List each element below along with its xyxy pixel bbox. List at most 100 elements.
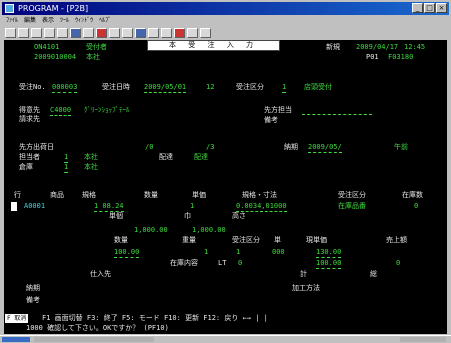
grand-total-label: 総 [370,270,377,278]
menu-bar: ﾌｧｲﾙ 編集 表示 ﾂｰﾙ ｳｨﾝﾄﾞｳ ﾍﾙﾌﾟ [2,15,449,26]
row1-type: 在庫品番 [338,202,366,210]
toolbar-button[interactable] [200,28,211,38]
customer-label: 得意先 [19,106,40,114]
grid-header-unit: 単価 [192,191,206,199]
row3-value4[interactable]: 000 [272,248,285,257]
row1-height-label: 高さ [232,212,246,220]
toolbar-button[interactable] [135,28,146,38]
header-date: 2009/04/17 [356,43,399,51]
row3-value1[interactable]: 100.00 [114,248,140,258]
toolbar-button[interactable] [109,28,120,38]
order-hour-field[interactable]: 12 [206,83,214,92]
title-bar[interactable]: PROGRAM - [P2B] _ □ × [2,2,449,15]
grid-header-qty: 数量 [144,191,158,199]
billing-label: 請求先 [19,115,40,123]
cancel-key-badge[interactable]: F 取消 [5,314,29,323]
grid-header-type: 受注区分 [338,191,366,199]
grid-header-row: 行 [14,191,21,199]
row1-code[interactable]: A0001 [24,202,45,211]
operator-label: 受付者 [86,43,107,51]
delivery-label: 納期 [284,143,298,151]
text-cursor [11,202,17,211]
order-date-field[interactable]: 2009/05/01 [144,83,187,93]
menu-tools[interactable]: ﾂｰﾙ [60,15,69,26]
session-id: 2009010004 [34,53,77,61]
row1-spec[interactable]: 0.0034,01000 [236,202,287,212]
staff-code-field[interactable]: 1 [64,153,69,163]
branch-name: 本社 [86,53,100,61]
row2-price-label: 現単価 [306,236,327,244]
process-method-label: 加工方法 [292,284,320,292]
row2-weight-label: 重量 [182,236,196,244]
order-no-label: 受注No. [19,83,46,91]
row1-unit[interactable]: 1 [190,202,194,211]
order-no-field[interactable]: 000003 [52,83,78,93]
toolbar-button[interactable] [161,28,172,38]
row1-qty[interactable]: 1 08.24 [94,202,124,212]
contact-field[interactable] [302,106,372,115]
menu-file[interactable]: ﾌｧｲﾙ [6,15,18,26]
screen-banner: 本 受 注 入 力 [147,40,280,51]
toolbar [2,26,449,40]
row1-stock: 0 [414,202,419,210]
order-type-field[interactable]: 1 [282,83,287,93]
toolbar-button[interactable] [31,28,42,38]
terminal-screen[interactable]: 本 受 注 入 力 ON4101 受付者 2009010004 本社 新規 20… [4,40,447,334]
confirm-prompt: 1000 確認して下さい。OKですか？ (PF10) [26,324,169,332]
ship-date-part1[interactable]: /0 [145,143,153,152]
program-id: ON4101 [34,43,60,51]
ship-date-part2[interactable]: /3 [206,143,214,152]
toolbar-button[interactable] [122,28,133,38]
menu-view[interactable]: 表示 [42,15,54,26]
toolbar-button[interactable] [44,28,55,38]
order-date-label: 受注日時 [102,83,130,91]
row2-sales-label: 売上額 [386,236,407,244]
ship-date-label: 先方出荷日 [19,143,54,151]
row3-value2[interactable]: 1 [204,248,208,257]
toolbar-button[interactable] [174,28,185,38]
minimize-button[interactable]: _ [412,3,423,13]
function-key-legend: F1 画面切替 F3: 終了 F5: モード F10: 更新 F12: 戻り ←… [42,314,268,322]
maximize-button[interactable]: □ [424,3,435,13]
window-title: PROGRAM - [P2B] [18,4,89,13]
status-field [34,337,154,342]
row3-value5[interactable]: 130.00 [316,248,342,258]
staff-name: 本社 [84,153,98,161]
customer-code-field[interactable]: C4000 [50,106,72,116]
close-button[interactable]: × [436,3,447,13]
screen-code: F03180 [388,53,414,61]
menu-window[interactable]: ｳｨﾝﾄﾞｳ [75,15,93,26]
toolbar-button[interactable] [96,28,107,38]
delivery-date-field[interactable]: 2009/05/ [308,143,342,153]
row4-lt-value: 0 [238,259,243,267]
menu-help[interactable]: ﾍﾙﾌﾟ [99,15,111,26]
row2-qty-label: 数量 [114,236,128,244]
menu-edit[interactable]: 編集 [24,15,36,26]
toolbar-button[interactable] [70,28,81,38]
row3-value3[interactable]: 1 [236,248,240,257]
grid-header-spec: 規格・寸法 [242,191,277,199]
row4-lt-label: LT [218,259,227,267]
row2-type-label: 受注区分 [232,236,260,244]
toolbar-button[interactable] [83,28,94,38]
order-type-label: 受注区分 [236,83,264,91]
toolbar-button[interactable] [18,28,29,38]
page-code: P01 [366,53,379,61]
toolbar-button[interactable] [57,28,68,38]
toolbar-button[interactable] [187,28,198,38]
warehouse-code-field[interactable]: 1 [64,163,69,173]
app-icon [5,4,14,13]
due-label: 納期 [26,284,40,292]
customer-name: ｸﾞﾘｰﾝｼｮｯﾌﾟﾃｰﾙ [84,106,130,114]
terminal-window: PROGRAM - [P2B] _ □ × ﾌｧｲﾙ 編集 表示 ﾂｰﾙ ｳｨﾝ… [0,0,451,343]
row2-value1: 1,000.00 [134,226,168,234]
row2-value2: 1,000.00 [192,226,226,234]
warehouse-label: 倉庫 [19,163,33,171]
row4-value1[interactable]: 100.00 [316,259,342,269]
contact-label: 先方担当 [264,106,292,114]
toolbar-button[interactable] [148,28,159,38]
toolbar-button[interactable] [5,28,16,38]
status-indicator [2,337,30,342]
status-field [400,337,446,342]
delivery-time-field[interactable]: 午前 [394,143,408,152]
